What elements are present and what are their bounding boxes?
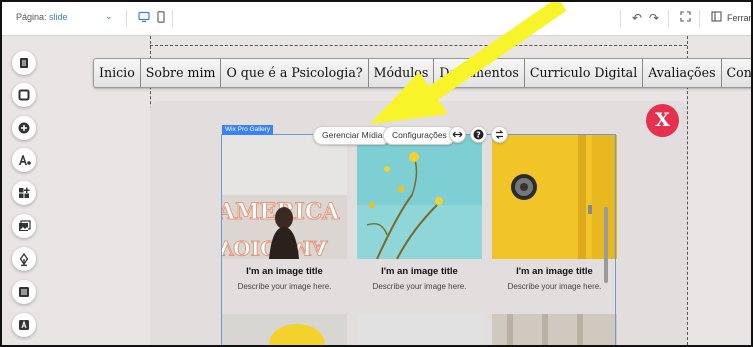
menu-item-psicologia[interactable]: O que é a Psicologia? [221,59,369,87]
tools-panel-icon[interactable] [711,11,722,25]
undo-icon[interactable]: ↶ [632,11,642,25]
page-selector[interactable]: Página: slide [16,12,68,22]
help-icon[interactable]: ? [470,126,487,143]
media-icon[interactable] [12,214,36,238]
editor-screenshot: Página: slide ⌄ ↶ ↷ Ferra Inicio Sobre m… [0,0,753,347]
chevron-down-icon[interactable]: ⌄ [105,11,113,22]
menu-item-inicio[interactable]: Inicio [94,59,141,87]
divider [668,10,669,28]
menu-item-curriculo[interactable]: Curriculo Digital [525,59,644,87]
page-selector-label: Página: [16,12,47,22]
scrollbar[interactable] [604,207,608,283]
editor-top-bar: Página: slide ⌄ ↶ ↷ Ferra [2,2,751,36]
apps-icon[interactable] [12,181,36,205]
mobile-icon[interactable] [157,11,165,23]
fit-icon[interactable] [680,11,691,25]
desktop-icon[interactable] [138,11,150,23]
svg-text:?: ? [476,130,481,139]
animation-icon[interactable] [491,126,508,143]
divider [126,10,127,28]
blog-icon[interactable] [12,247,36,271]
tools-label[interactable]: Ferram [727,13,751,23]
pages-icon[interactable] [12,51,36,75]
add-icon[interactable] [12,116,36,140]
background-icon[interactable] [12,83,36,107]
manage-media-button[interactable]: Gerenciar Mídia [313,126,392,145]
list-icon[interactable] [12,280,36,304]
settings-button[interactable]: Configurações [383,126,456,145]
text-icon[interactable] [12,313,36,337]
page-selector-value: slide [49,12,68,22]
divider [699,10,700,28]
menu-item-documentos[interactable]: Documentos [434,59,525,87]
menu-item-avaliacoes[interactable]: Avaliações [643,59,722,87]
redo-icon[interactable]: ↷ [649,11,659,25]
gallery-selection-frame [221,134,616,345]
theme-icon[interactable] [12,148,36,172]
gallery-tag: Wix Pro Gallery [222,125,274,135]
divider [620,10,621,28]
close-button[interactable]: X [646,104,679,137]
menu-item-contacto[interactable]: Contacto [722,59,751,87]
divider [172,10,173,28]
menu-item-sobre-mim[interactable]: Sobre mim [141,59,222,87]
stretch-icon[interactable] [449,126,466,143]
menu-item-modulos[interactable]: Módulos [369,59,435,87]
site-menu: Inicio Sobre mim O que é a Psicologia? M… [93,58,751,88]
guide-line [150,45,687,46]
